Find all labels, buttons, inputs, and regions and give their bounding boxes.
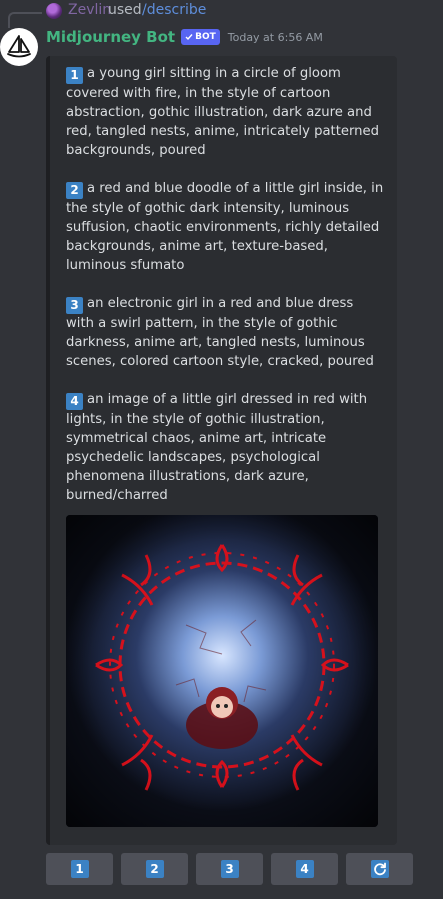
description-text: an electronic girl in a red and blue dre… (66, 296, 374, 369)
number-4-icon: 4 (295, 860, 314, 878)
description-text: a young girl sitting in a circle of gloo… (66, 66, 380, 158)
number-1-icon: 1 (70, 860, 89, 878)
refresh-button[interactable] (346, 853, 413, 885)
description-item: 3 an electronic girl in a red and blue dr… (66, 294, 384, 371)
check-icon (185, 34, 193, 41)
describe-1-button[interactable]: 1 (46, 853, 113, 885)
describe-2-button[interactable]: 2 (121, 853, 188, 885)
sailboat-icon (7, 35, 31, 58)
bot-tag: BOT (181, 29, 220, 45)
description-item: 2a red and blue doodle of a little girl … (66, 179, 384, 275)
number-3-icon: 3 (220, 860, 239, 878)
description-item: 4 an image of a little girl dressed in re… (66, 390, 384, 505)
bot-avatar[interactable] (0, 28, 38, 66)
refresh-icon (370, 860, 389, 878)
timestamp: Today at 6:56 AM (227, 30, 323, 44)
description-text: an image of a little girl dressed in red… (66, 392, 368, 503)
number-badge: 2 (66, 182, 83, 199)
described-image[interactable] (66, 515, 378, 827)
describe-4-button[interactable]: 4 (271, 853, 338, 885)
description-text: a red and blue doodle of a little girl i… (66, 181, 384, 273)
number-2-icon: 2 (145, 860, 164, 878)
number-badge: 4 (66, 393, 83, 410)
reply-command[interactable]: /describe (142, 2, 206, 18)
reply-username[interactable]: Zevlin (68, 2, 111, 18)
describe-3-button[interactable]: 3 (196, 853, 263, 885)
bot-name[interactable]: Midjourney Bot (46, 28, 175, 46)
number-badge: 1 (66, 67, 83, 84)
gothic-girl-artwork (66, 515, 378, 827)
number-badge: 3 (66, 297, 83, 314)
reply-reference[interactable]: Zevlin used /describe (0, 0, 443, 28)
description-item: 1a young girl sitting in a circle of glo… (66, 64, 384, 160)
reply-spine (8, 12, 42, 28)
message-header: Midjourney Bot BOT Today at 6:56 AM (46, 28, 323, 46)
action-buttons: 1 2 3 4 (46, 853, 414, 887)
reply-used-text: used (108, 2, 142, 18)
reply-user-avatar[interactable] (46, 3, 62, 19)
bot-tag-label: BOT (195, 32, 216, 42)
description-list: 1a young girl sitting in a circle of glo… (66, 64, 384, 524)
describe-embed: 1a young girl sitting in a circle of glo… (46, 56, 397, 845)
